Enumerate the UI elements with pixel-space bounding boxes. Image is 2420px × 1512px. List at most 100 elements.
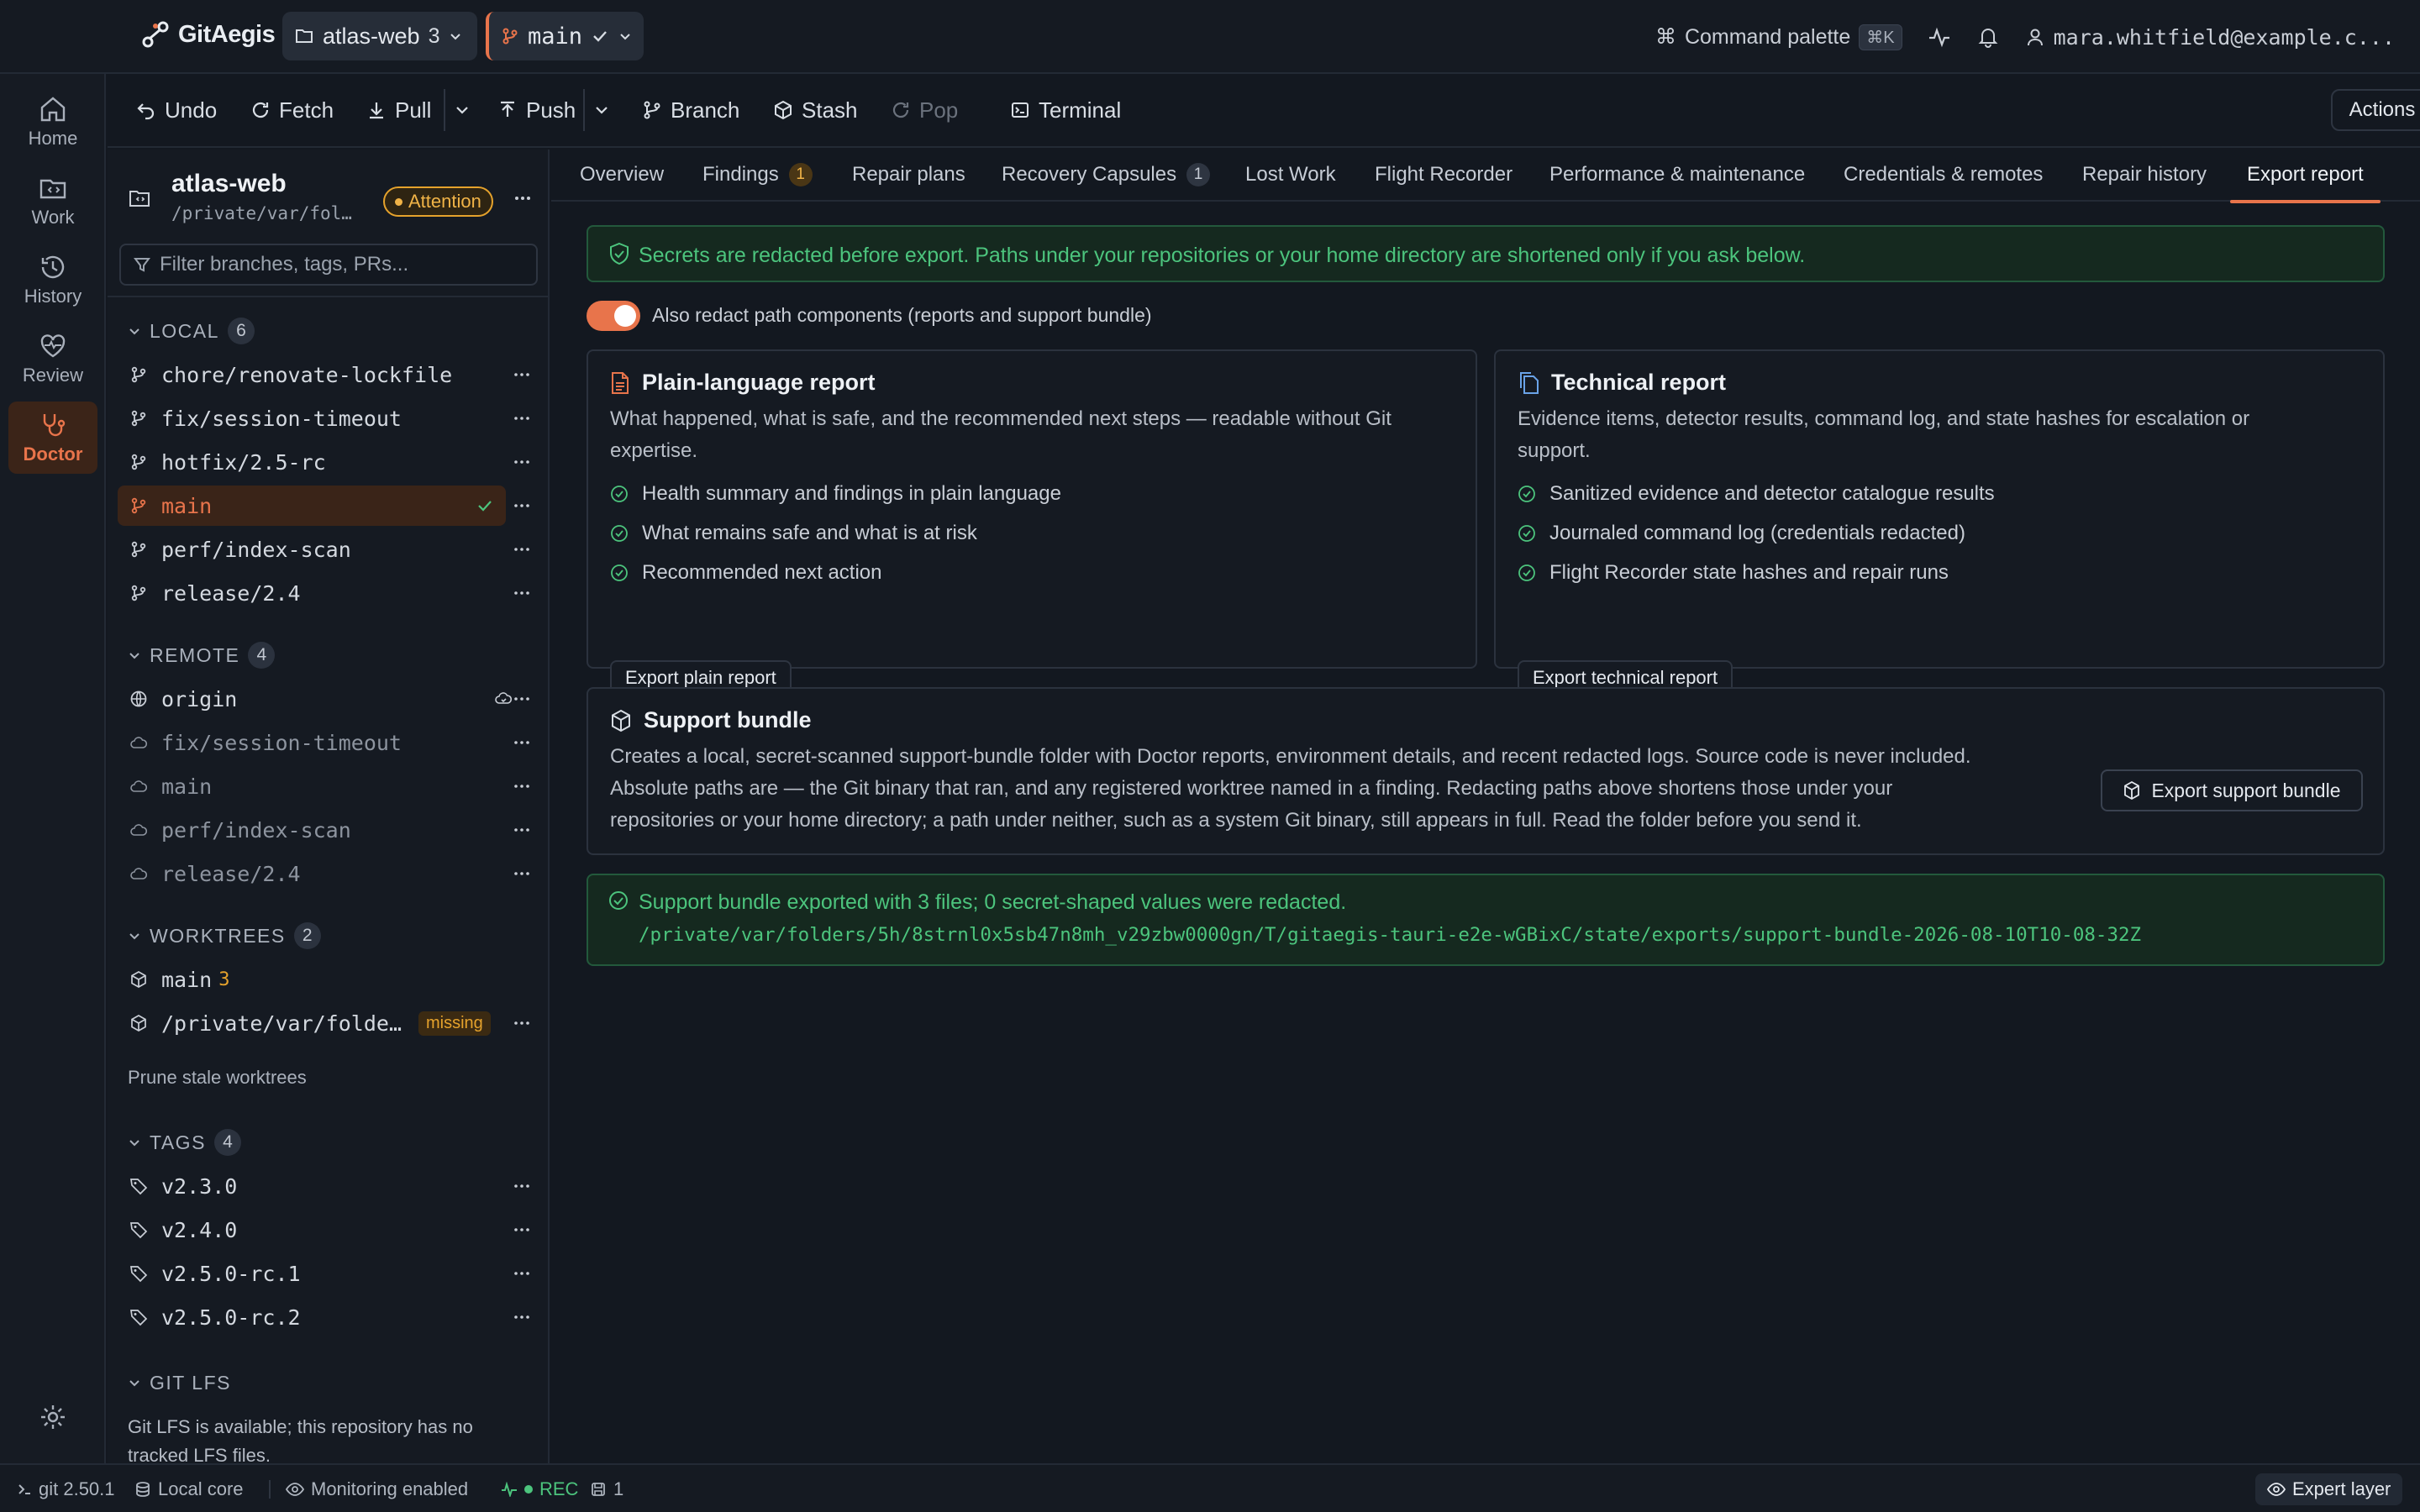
branch-switcher[interactable]: main: [486, 12, 644, 60]
expert-layer-button[interactable]: Expert layer: [2255, 1473, 2403, 1505]
branch-filter-input[interactable]: Filter branches, tags, PRs...: [119, 244, 538, 286]
section-local-header[interactable]: LOCAL 6: [128, 314, 255, 348]
tab-overview[interactable]: Overview: [580, 148, 664, 202]
repo-switcher[interactable]: atlas-web 3: [282, 12, 477, 60]
local-branch-row[interactable]: release/2.4: [118, 573, 516, 613]
push-options-button[interactable]: [593, 91, 610, 129]
user-email: mara.whitfield@example.c...: [2053, 24, 2395, 50]
more-horizontal-icon[interactable]: [509, 354, 534, 395]
push-button[interactable]: Push: [497, 91, 576, 129]
pull-button[interactable]: Pull: [366, 91, 431, 129]
user-menu[interactable]: mara.whitfield@example.c...: [2025, 25, 2395, 50]
rail-item-doctor[interactable]: Doctor: [8, 402, 97, 474]
more-horizontal-icon[interactable]: [509, 1297, 534, 1337]
redact-paths-toggle[interactable]: [587, 301, 640, 331]
settings-gear-icon[interactable]: [39, 1403, 67, 1431]
more-horizontal-icon[interactable]: [509, 722, 534, 763]
rail-item-history[interactable]: History: [8, 244, 97, 316]
tab-performance[interactable]: Performance & maintenance: [1549, 148, 1805, 202]
terminal-button[interactable]: Terminal: [1010, 91, 1121, 129]
upload-icon: [497, 100, 518, 120]
more-horizontal-icon[interactable]: [509, 398, 534, 438]
more-horizontal-icon[interactable]: [509, 679, 534, 719]
remote-branch-name: fix/session-timeout: [161, 730, 402, 755]
flight-recorder-status[interactable]: REC: [501, 1465, 578, 1512]
section-tags-header[interactable]: TAGS 4: [128, 1126, 241, 1159]
push-label: Push: [526, 97, 576, 123]
local-branch-row[interactable]: chore/renovate-lockfile: [118, 354, 516, 395]
worktree-row[interactable]: main 3: [118, 959, 516, 1000]
branch-button[interactable]: Branch: [642, 91, 739, 129]
command-palette-button[interactable]: ⌘ Command palette ⌘K: [1655, 24, 1902, 50]
expert-layer-label: Expert layer: [2292, 1478, 2391, 1499]
more-horizontal-icon[interactable]: [509, 1210, 534, 1250]
export-support-bundle-button[interactable]: Export support bundle: [2101, 769, 2363, 811]
local-branch-row[interactable]: perf/index-scan: [118, 529, 516, 570]
more-horizontal-icon[interactable]: [509, 486, 534, 526]
tab-label: Lost Work: [1245, 163, 1336, 186]
section-remote-header[interactable]: REMOTE 4: [128, 638, 276, 672]
remote-branch-row[interactable]: release/2.4: [118, 853, 516, 894]
remote-branch-row[interactable]: main: [118, 766, 516, 806]
remote-origin-row[interactable]: origin: [118, 679, 516, 719]
pull-options-button[interactable]: [454, 91, 471, 129]
pop-button[interactable]: Pop: [891, 91, 958, 129]
rail-item-review[interactable]: Review: [8, 323, 97, 395]
support-bundle-desc-line: Absolute paths are — the Git binary that…: [610, 777, 1893, 800]
section-lfs-title: GIT LFS: [150, 1371, 231, 1394]
bell-icon[interactable]: [1976, 25, 2000, 49]
tag-row[interactable]: v2.4.0: [118, 1210, 516, 1250]
check-circle-icon: [1518, 524, 1536, 543]
tag-icon: [129, 1308, 148, 1326]
branch-name: chore/renovate-lockfile: [161, 362, 453, 387]
tag-row[interactable]: v2.5.0-rc.2: [118, 1297, 516, 1337]
bullet-text: Sanitized evidence and detector catalogu…: [1549, 482, 1995, 505]
tab-findings[interactable]: Findings 1: [702, 148, 813, 202]
more-horizontal-icon[interactable]: [509, 1166, 534, 1206]
status-badge-label: Attention: [408, 191, 481, 212]
monitoring-status[interactable]: Monitoring enabled: [286, 1465, 468, 1512]
tab-flight-recorder[interactable]: Flight Recorder: [1375, 148, 1512, 202]
more-horizontal-icon[interactable]: [509, 573, 534, 613]
section-worktrees-header[interactable]: WORKTREES 2: [128, 919, 321, 953]
tag-row[interactable]: v2.3.0: [118, 1166, 516, 1206]
worktree-row[interactable]: /private/var/folders/5h/8strnl missing: [118, 1003, 506, 1043]
queue-count[interactable]: 1: [590, 1465, 623, 1512]
plain-report-description: What happened, what is safe, and the rec…: [610, 403, 1392, 467]
remote-branch-row[interactable]: fix/session-timeout: [118, 722, 516, 763]
more-horizontal-icon[interactable]: [509, 1253, 534, 1294]
tab-repair-plans[interactable]: Repair plans: [852, 148, 965, 202]
rail-item-work[interactable]: Work: [8, 165, 97, 237]
more-horizontal-icon[interactable]: [509, 853, 534, 894]
tab-count-badge: 1: [788, 163, 813, 186]
more-horizontal-icon[interactable]: [509, 529, 534, 570]
tab-repair-history[interactable]: Repair history: [2082, 148, 2207, 202]
prune-worktrees-link[interactable]: Prune stale worktrees: [128, 1067, 307, 1089]
local-branch-row-current[interactable]: main: [118, 486, 506, 526]
tab-credentials[interactable]: Credentials & remotes: [1844, 148, 2043, 202]
tab-recovery-capsules[interactable]: Recovery Capsules 1: [1002, 148, 1211, 202]
more-horizontal-icon[interactable]: [509, 442, 534, 482]
local-branch-row[interactable]: hotfix/2.5-rc: [118, 442, 516, 482]
stash-button[interactable]: Stash: [773, 91, 858, 129]
tab-lost-work[interactable]: Lost Work: [1245, 148, 1336, 202]
eye-icon: [2267, 1482, 2286, 1497]
command-palette-label: Command palette: [1684, 24, 1851, 49]
more-horizontal-icon[interactable]: [513, 188, 533, 208]
activity-icon[interactable]: [1928, 25, 1951, 49]
more-horizontal-icon[interactable]: [509, 766, 534, 806]
undo-button[interactable]: Undo: [136, 91, 217, 129]
tag-icon: [129, 1177, 148, 1195]
more-horizontal-icon[interactable]: [509, 810, 534, 850]
local-branch-row[interactable]: fix/session-timeout: [118, 398, 516, 438]
tag-row[interactable]: v2.5.0-rc.1: [118, 1253, 516, 1294]
tab-export-report[interactable]: Export report: [2230, 148, 2381, 203]
export-success-path[interactable]: /private/var/folders/5h/8strnl0x5sb47n8m…: [639, 924, 2141, 946]
fetch-button[interactable]: Fetch: [250, 91, 334, 129]
technical-report-bullet: Flight Recorder state hashes and repair …: [1518, 561, 1949, 585]
rail-item-home[interactable]: Home: [8, 86, 97, 158]
actions-menu-button[interactable]: Actions: [2331, 89, 2420, 131]
remote-branch-row[interactable]: perf/index-scan: [118, 810, 516, 850]
section-lfs-header[interactable]: GIT LFS: [128, 1366, 231, 1399]
more-horizontal-icon[interactable]: [509, 1003, 534, 1043]
